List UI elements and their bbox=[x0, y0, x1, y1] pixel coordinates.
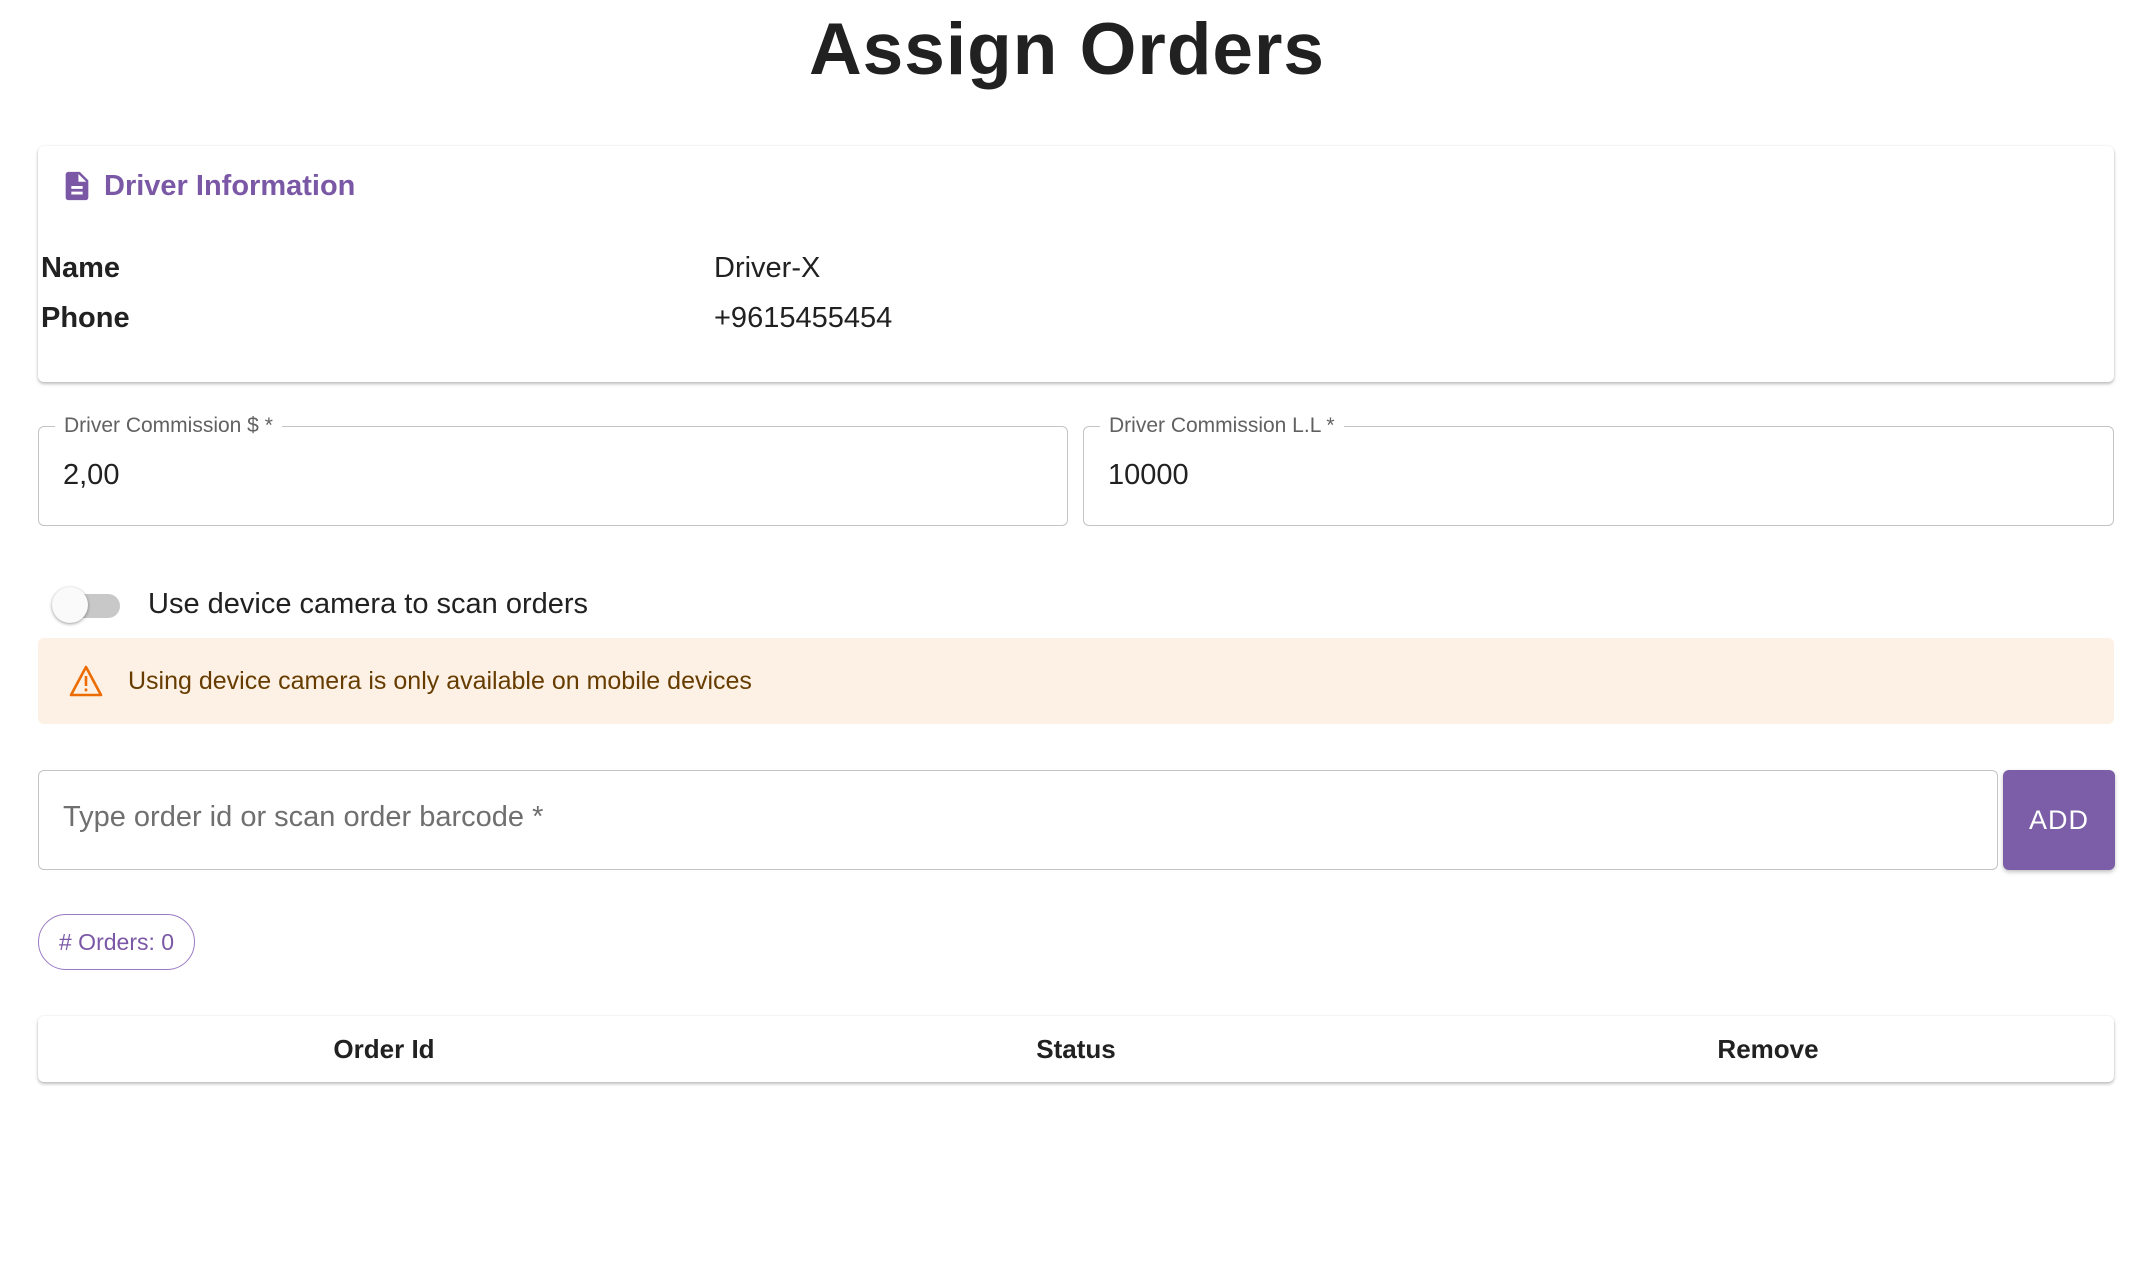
page-title: Assign Orders bbox=[808, 9, 1326, 90]
driver-name-label: Name bbox=[41, 252, 120, 284]
document-icon bbox=[60, 168, 94, 204]
warning-icon bbox=[68, 664, 104, 698]
column-header-status: Status bbox=[1036, 1033, 1116, 1064]
add-order-button[interactable]: ADD bbox=[2003, 770, 2115, 870]
driver-commission-ll-label: Driver Commission L.L * bbox=[1100, 413, 1344, 439]
orders-count-chip: # Orders: 0 bbox=[38, 914, 196, 970]
camera-toggle-row: Use device camera to scan orders bbox=[52, 584, 588, 624]
orders-table: Order Id Status Remove bbox=[38, 1016, 2114, 1082]
column-header-order-id: Order Id bbox=[333, 1033, 435, 1064]
camera-warning-alert: Using device camera is only available on… bbox=[38, 638, 2114, 724]
driver-commission-usd-label: Driver Commission $ * bbox=[55, 413, 282, 439]
assign-orders-page: Assign Orders Driver Information Name Dr… bbox=[0, 0, 2134, 1270]
switch-thumb bbox=[52, 587, 88, 623]
driver-commission-ll-input[interactable] bbox=[1108, 459, 2008, 492]
driver-information-header: Driver Information bbox=[60, 168, 355, 204]
orders-table-header: Order Id Status Remove bbox=[38, 1016, 2114, 1082]
camera-toggle-switch[interactable] bbox=[52, 584, 122, 624]
driver-commission-usd-field[interactable]: Driver Commission $ * bbox=[38, 413, 1068, 526]
driver-name-row: Name Driver-X bbox=[41, 252, 820, 285]
order-id-input[interactable] bbox=[63, 801, 1963, 834]
driver-commission-usd-input[interactable] bbox=[63, 459, 963, 492]
driver-information-title: Driver Information bbox=[104, 169, 356, 202]
driver-phone-row: Phone +9615455454 bbox=[41, 302, 892, 335]
camera-toggle-label[interactable]: Use device camera to scan orders bbox=[148, 588, 588, 621]
order-id-field[interactable] bbox=[38, 770, 1998, 870]
camera-warning-text: Using device camera is only available on… bbox=[128, 666, 752, 695]
driver-name-value: Driver-X bbox=[714, 252, 821, 284]
column-header-remove: Remove bbox=[1717, 1033, 1819, 1064]
driver-phone-label: Phone bbox=[41, 302, 130, 334]
driver-phone-value: +9615455454 bbox=[714, 302, 893, 334]
driver-commission-ll-field[interactable]: Driver Commission L.L * bbox=[1083, 413, 2114, 526]
